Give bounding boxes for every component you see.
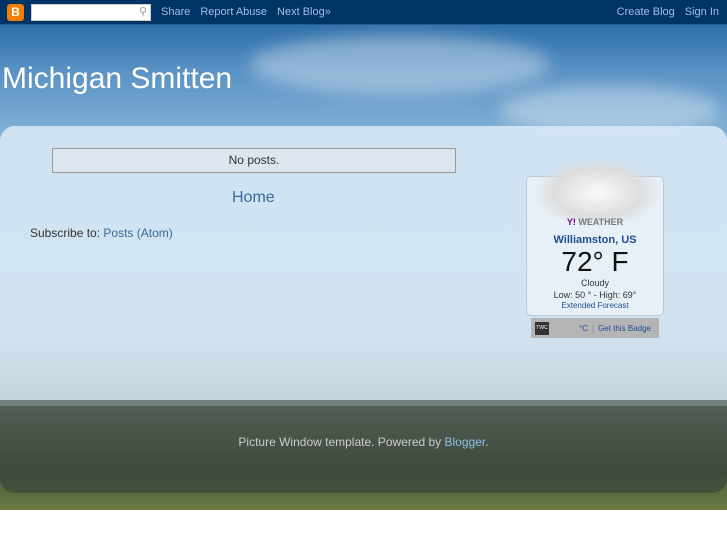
subscribe-label: Subscribe to: (30, 226, 101, 240)
footer-end: . (485, 435, 489, 449)
blog-title[interactable]: Michigan Smitten (2, 62, 232, 96)
footer: Picture Window template. Powered by Blog… (0, 400, 727, 493)
sign-in-link[interactable]: Sign In (685, 6, 719, 18)
navbar: B ⚲ Share Report Abuse Next Blog» Create… (0, 0, 727, 25)
yahoo-weather-logo: Y! WEATHER (566, 217, 624, 227)
extended-forecast-link[interactable]: Extended Forecast (527, 301, 663, 310)
next-blog-link[interactable]: Next Blog» (277, 6, 331, 18)
separator: | (591, 323, 595, 333)
footer-text: Picture Window template. Powered by (238, 435, 445, 449)
subscribe: Subscribe to: Posts (Atom) (30, 226, 173, 240)
no-posts-message: No posts. (52, 148, 456, 173)
main-content: No posts. Home Subscribe to: Posts (Atom… (0, 126, 727, 406)
cloud-icon (535, 159, 660, 221)
weather-city[interactable]: Williamston, US (527, 234, 663, 246)
weather-widget: Y! WEATHER Williamston, US 72° F Cloudy … (526, 159, 664, 316)
search-icon[interactable]: ⚲ (139, 5, 147, 18)
weather-temp: 72° F (561, 246, 629, 277)
twc-logo-icon[interactable]: TWC (535, 321, 549, 335)
report-abuse-link[interactable]: Report Abuse (200, 6, 267, 18)
posts-atom-link[interactable]: Posts (Atom) (103, 226, 172, 240)
blogger-logo-icon[interactable]: B (7, 3, 24, 21)
weather-footer: TWC °C | Get this Badge (531, 318, 659, 338)
create-blog-link[interactable]: Create Blog (617, 6, 675, 18)
celsius-toggle[interactable]: °C (579, 324, 588, 333)
search-input[interactable]: ⚲ (31, 3, 151, 21)
share-link[interactable]: Share (161, 6, 190, 18)
get-badge-link[interactable]: Get this Badge (598, 324, 651, 333)
weather-condition: Cloudy (580, 278, 609, 288)
blogger-link[interactable]: Blogger (445, 435, 486, 449)
weather-low-high: Low: 50 ° - High: 69° (553, 290, 637, 300)
home-link[interactable]: Home (232, 189, 275, 207)
